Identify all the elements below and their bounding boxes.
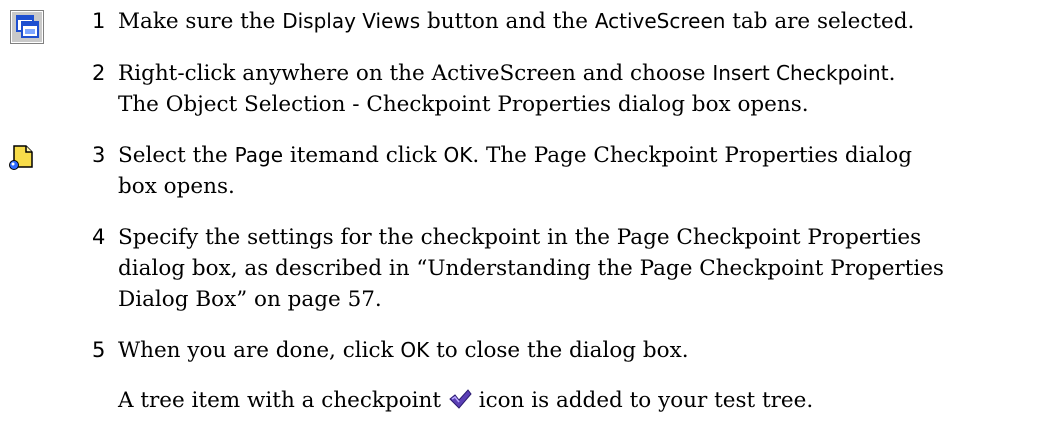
checkpoint-icon	[449, 389, 472, 409]
insert-checkpoint-label: Insert Checkpoint	[712, 61, 889, 85]
step-2-text: Right-click anywhere on the ActiveScreen…	[118, 61, 896, 117]
step-number: 5	[92, 338, 106, 362]
step-number: 2	[92, 61, 106, 85]
page-icon	[9, 145, 33, 170]
page-label: Page	[234, 143, 284, 167]
activescreen-label: ActiveScreen	[594, 9, 726, 33]
step-number: 4	[92, 225, 106, 249]
step-3-text: Select the Page itemand click OK. The Pa…	[118, 143, 912, 199]
step-1-text: Make sure the Display Views button and t…	[118, 9, 915, 34]
result-text: A tree item with a checkpoint icon is ad…	[118, 388, 814, 413]
ok-label: OK	[400, 338, 430, 362]
step-number: 3	[92, 143, 106, 167]
step-4-text: Specify the settings for the checkpoint …	[118, 225, 944, 312]
step-5-text: When you are done, click OK to close the…	[118, 338, 689, 363]
step-number: 1	[92, 9, 106, 33]
display-views-icon	[10, 10, 44, 44]
ok-label: OK	[443, 143, 473, 167]
display-views-label: Display Views	[282, 9, 421, 33]
